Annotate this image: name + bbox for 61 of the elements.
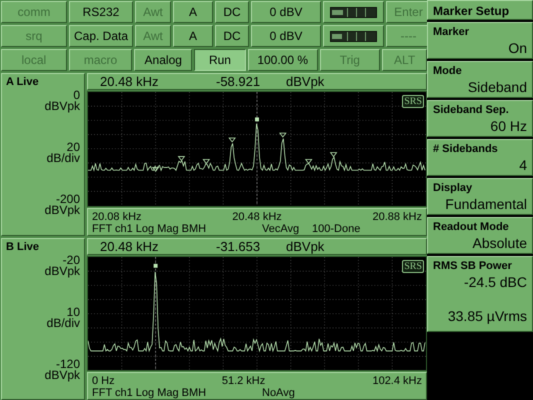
axis-unit: dB/div bbox=[46, 318, 80, 328]
axis-unit: dBVpk bbox=[44, 101, 80, 112]
menu-item[interactable]: # Sidebands 4 bbox=[427, 139, 533, 176]
axis-value: -200 bbox=[56, 194, 80, 205]
frequency-axis-label: 0 Hz bbox=[92, 375, 115, 387]
menu-item[interactable]: Marker On bbox=[427, 22, 533, 59]
frequency-axis-label: 20.88 kHz bbox=[372, 210, 422, 222]
toolbar-button[interactable]: RS232 bbox=[69, 1, 133, 23]
marker-frequency: 20.48 kHz bbox=[100, 238, 160, 254]
marker-unit: dBVpk bbox=[286, 74, 326, 89]
trace-title: B Live bbox=[6, 240, 40, 252]
menu-title: Marker Setup bbox=[427, 0, 533, 20]
marker-unit: dBVpk bbox=[286, 238, 326, 254]
marker-amplitude: -31.653 bbox=[216, 238, 262, 254]
toolbar-button[interactable]: 0 dBV bbox=[251, 25, 321, 47]
toolbar-button[interactable]: DC bbox=[215, 1, 249, 23]
logo-badge: SRS bbox=[402, 260, 424, 272]
axis-value: -20 bbox=[62, 254, 80, 266]
logo-badge: SRS bbox=[402, 95, 424, 108]
axis-unit: dBVpk bbox=[44, 370, 80, 380]
toolbar-button[interactable]: Analog bbox=[134, 49, 192, 71]
axis-value: 0 bbox=[73, 90, 80, 101]
measurement-info: 100-Done bbox=[312, 222, 362, 234]
toolbar-button[interactable]: Cap. Data bbox=[69, 25, 133, 47]
sideband-marker-icon bbox=[152, 166, 160, 172]
axis-unit: dBVpk bbox=[44, 266, 80, 276]
toolbar-button[interactable]: 100.00 % bbox=[248, 49, 318, 71]
marker-amplitude: -58.921 bbox=[216, 74, 262, 89]
measurement-info: FFT ch1 Log Mag BMH bbox=[92, 387, 208, 399]
marker-icon bbox=[154, 263, 158, 268]
menu-item[interactable]: Sideband Sep. 60 Hz bbox=[427, 100, 533, 137]
readout-panel: RMS SB Power -24.5 dBC 33.85 µVrms bbox=[427, 256, 533, 332]
axis-value: 10 bbox=[66, 306, 80, 318]
sideband-marker-icon bbox=[330, 152, 338, 158]
toolbar-button[interactable]: DC bbox=[215, 25, 249, 47]
measurement-info: VecAvg bbox=[262, 222, 300, 234]
menu-item[interactable]: Readout Mode Absolute bbox=[427, 217, 533, 254]
measurement-info: NoAvg bbox=[262, 387, 296, 399]
sideband-marker-icon bbox=[279, 132, 287, 138]
marker-icon bbox=[255, 117, 259, 122]
axis-value: 20 bbox=[66, 142, 80, 153]
sideband-marker-icon bbox=[228, 138, 236, 143]
toolbar-button[interactable]: A bbox=[173, 1, 213, 23]
frequency-axis-label: 102.4 kHz bbox=[372, 375, 422, 387]
toolbar-button[interactable]: 0 dBV bbox=[251, 1, 321, 23]
frequency-axis-label: 20.48 kHz bbox=[232, 210, 282, 222]
measurement-info: FFT ch1 Log Mag BMH bbox=[92, 222, 208, 234]
menu-item[interactable]: Mode Sideband bbox=[427, 61, 533, 98]
sideband-marker-icon bbox=[304, 159, 312, 164]
axis-unit: dB/div bbox=[46, 153, 80, 164]
sideband-marker-icon bbox=[202, 159, 210, 164]
marker-frequency: 20.48 kHz bbox=[100, 74, 160, 89]
trace-title: A Live bbox=[6, 76, 40, 88]
axis-value: -120 bbox=[56, 358, 80, 370]
sideband-marker-icon bbox=[178, 156, 186, 162]
axis-unit: dBVpk bbox=[44, 205, 80, 216]
toolbar-button[interactable]: A bbox=[173, 25, 213, 47]
menu-item[interactable]: Display Fundamental bbox=[427, 178, 533, 215]
toolbar-button[interactable]: Run bbox=[194, 49, 246, 71]
frequency-axis-label: 20.08 kHz bbox=[92, 210, 142, 222]
frequency-axis-label: 51.2 kHz bbox=[222, 375, 266, 387]
